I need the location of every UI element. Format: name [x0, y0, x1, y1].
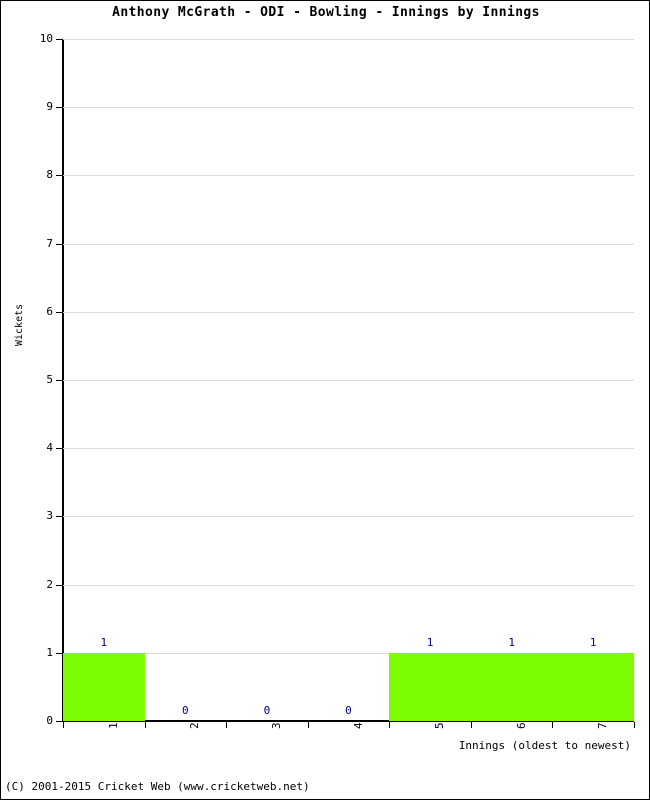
bar-value-label: 1: [589, 635, 597, 649]
copyright-footer: (C) 2001-2015 Cricket Web (www.cricketwe…: [5, 780, 310, 793]
y-tick-label: 3: [46, 509, 53, 523]
gridline: [63, 584, 634, 586]
x-tick-label: 4: [351, 722, 365, 729]
gridline: [63, 516, 634, 518]
y-tick-mark: [56, 243, 63, 245]
y-tick-label: 1: [46, 645, 53, 659]
bar-value-label: 1: [426, 635, 434, 649]
x-tick-mark: [144, 722, 146, 728]
gridline: [63, 243, 634, 245]
x-tick-label: 1: [106, 722, 120, 729]
x-tick-mark: [63, 722, 64, 728]
bar-value-label: 1: [100, 635, 108, 649]
y-tick-mark: [56, 39, 63, 40]
bar: [470, 652, 553, 721]
y-tick-label: 9: [46, 100, 53, 114]
gridline: [63, 39, 634, 40]
gridline: [63, 107, 634, 109]
x-tick-mark: [307, 722, 309, 728]
x-tick-mark: [389, 722, 391, 728]
y-tick-mark: [56, 516, 63, 518]
bar-value-label: 0: [182, 704, 189, 717]
y-tick-mark: [56, 584, 63, 586]
y-tick-mark: [56, 380, 63, 381]
x-tick-label: 6: [514, 722, 528, 729]
y-tick-label: 5: [46, 373, 53, 386]
bar: [552, 652, 634, 721]
x-tick-label: 2: [188, 722, 202, 729]
x-tick-label: 3: [269, 722, 283, 729]
bar-value-label: 1: [508, 635, 515, 649]
x-tick-label: 5: [433, 722, 447, 729]
y-tick-mark: [56, 721, 63, 722]
y-tick-mark: [56, 311, 63, 313]
gridline: [63, 175, 634, 177]
x-tick-mark: [552, 722, 554, 728]
y-tick-label: 0: [46, 714, 53, 727]
gridline: [63, 380, 634, 381]
y-tick-mark: [56, 175, 63, 177]
gridline: [63, 448, 634, 450]
y-axis-title: Wickets: [14, 303, 25, 346]
bar: [63, 652, 145, 721]
x-tick-mark: [634, 722, 635, 728]
y-tick-label: 8: [46, 168, 53, 182]
x-tick-label: 7: [596, 722, 610, 729]
y-tick-mark: [56, 448, 63, 450]
y-tick-mark: [56, 107, 63, 109]
chart-page: Anthony McGrath - ODI - Bowling - Inning…: [0, 0, 650, 800]
x-tick-mark: [470, 722, 472, 728]
bar: [389, 652, 471, 721]
bar-value-label: 0: [345, 704, 352, 717]
y-tick-mark: [56, 652, 63, 654]
y-tick-label: 10: [39, 32, 53, 45]
y-tick-label: 4: [46, 441, 53, 455]
bar-value-label: 0: [263, 704, 271, 717]
plot-area: 1 0 0 0 1 1 1: [63, 39, 634, 721]
chart-title: Anthony McGrath - ODI - Bowling - Inning…: [112, 5, 540, 20]
y-tick-label: 2: [46, 577, 53, 591]
gridline: [63, 311, 634, 313]
x-tick-mark: [226, 722, 228, 728]
x-axis-title: Innings (oldest to newest): [458, 739, 631, 752]
y-tick-label: 7: [46, 236, 53, 250]
